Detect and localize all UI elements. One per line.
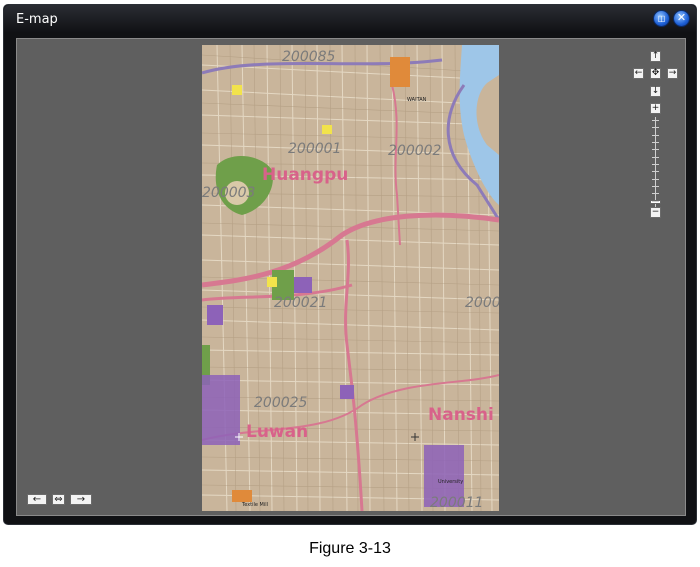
postal-code-label: 2000 [465,295,499,311]
pan-center-button[interactable]: ✥ [650,68,661,79]
institution-small [207,305,223,325]
zoom-in-button[interactable]: + [650,103,661,114]
pan-right-button[interactable]: → [667,68,678,79]
arrow-left-icon: ← [634,68,643,78]
close-icon: ✕ [676,12,687,24]
institution-central [294,277,312,293]
institution-west [202,375,240,445]
district-label: Luwan [246,422,308,442]
arrow-down-icon: ↓ [651,86,660,96]
landmark-yellow-2 [322,125,332,134]
institution-luwan [340,385,354,399]
emap-window: E-map ◫ ✕ 200085 200001 200002 200003 20… [3,4,697,525]
zoom-tick [652,178,659,180]
zoom-tick [652,156,659,158]
map-drawing: 200085 200001 200002 200003 200021 2000 … [202,45,499,511]
zoom-tick [652,134,659,136]
previous-button[interactable]: ← [27,494,47,505]
postal-code-label: 200002 [388,143,442,159]
next-button[interactable]: → [70,494,92,505]
move-icon: ✥ [651,68,660,78]
district-label: Huangpu [262,165,348,185]
pan-up-button[interactable]: ↑ [650,51,661,62]
pan-down-button[interactable]: ↓ [650,86,661,97]
restore-icon: ◫ [657,14,666,23]
postal-code-label: 200021 [274,295,327,311]
small-map-label: WAITAN [407,97,427,103]
plus-icon: + [651,103,660,113]
minus-icon: − [651,207,660,217]
small-map-label: University [438,479,463,485]
landmark-north [390,57,410,87]
small-map-label: Textile Mill [241,502,268,508]
landmark-textile-mill [232,490,252,502]
zoom-tick [652,186,659,187]
postal-code-label: 200025 [254,395,308,411]
figure-caption: Figure 3-13 [309,540,391,557]
landmark-yellow-3 [267,277,277,287]
arrow-left-icon: ← [32,494,42,505]
postal-code-label: 200003 [202,185,255,201]
zoom-tick [652,200,659,202]
zoom-tick [652,149,659,151]
pan-left-button[interactable]: ← [633,68,644,79]
zoom-tick [652,120,659,121]
landmark-yellow-1 [232,85,242,95]
close-button[interactable]: ✕ [673,10,690,27]
arrow-right-icon: → [76,494,86,505]
arrow-up-icon: ↑ [651,51,660,61]
fit-button[interactable]: ⇔ [52,494,65,505]
postal-code-label: 200011 [430,495,483,511]
zoom-tick [652,171,659,173]
zoom-out-button[interactable]: − [650,207,661,218]
restore-button[interactable]: ◫ [653,10,670,27]
map-viewport[interactable]: 200085 200001 200002 200003 200021 2000 … [16,38,686,516]
fit-icon: ⇔ [54,494,63,505]
map-image[interactable]: 200085 200001 200002 200003 200021 2000 … [202,45,499,511]
zoom-tick [652,142,659,143]
district-label: Nanshi [428,405,494,425]
postal-code-label: 200085 [282,49,336,65]
zoom-tick [652,127,659,129]
postal-code-label: 200001 [288,141,341,157]
window-title: E-map [16,12,58,27]
title-bar[interactable]: E-map ◫ ✕ [4,5,696,33]
zoom-tick [652,193,659,195]
arrow-right-icon: → [668,68,677,78]
zoom-slider[interactable] [650,117,661,214]
zoom-tick [652,164,659,165]
